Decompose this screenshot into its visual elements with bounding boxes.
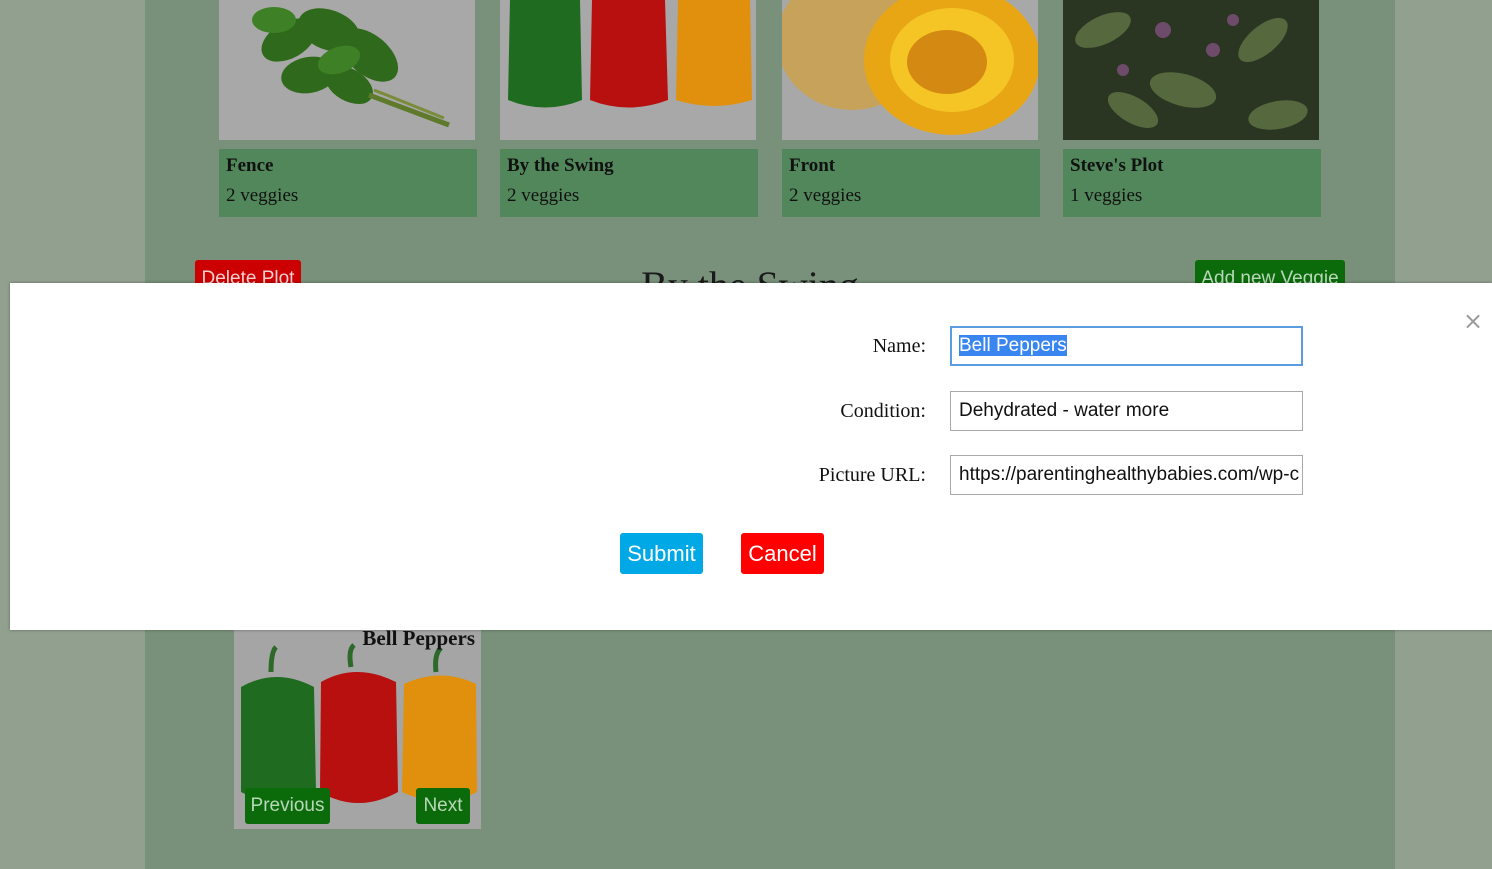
plot-title: By the Swing [600, 262, 900, 284]
basil-photo [219, 0, 475, 140]
veggie-name: Bell Peppers [362, 630, 475, 650]
purple-basil-photo [1063, 0, 1319, 140]
name-field[interactable]: Bell Peppers [950, 326, 1303, 366]
submit-button[interactable]: Submit [620, 533, 703, 574]
plot-info: Fence 2 veggies [219, 149, 477, 217]
plot-name: Steve's Plot [1070, 155, 1164, 176]
squash-photo [782, 0, 1038, 140]
plot-info: Steve's Plot 1 veggies [1063, 149, 1321, 217]
plot-veggie-count: 2 veggies [789, 185, 862, 206]
picture-url-field[interactable]: https://parentinghealthybabies.com/wp-c [950, 455, 1303, 495]
bell-peppers-photo [500, 0, 756, 140]
next-button[interactable]: Next [416, 788, 470, 824]
plot-veggie-count: 1 veggies [1070, 185, 1143, 206]
condition-field-value: Dehydrated - water more [959, 400, 1170, 421]
picture-url-field-value: https://parentinghealthybabies.com/wp-c [959, 464, 1300, 485]
plot-name: Front [789, 155, 836, 176]
cancel-button[interactable]: Cancel [741, 533, 824, 574]
plot-name: Fence [226, 155, 274, 176]
name-label: Name: [872, 335, 926, 357]
plot-veggie-count: 2 veggies [226, 185, 299, 206]
picture-url-label: Picture URL: [818, 464, 926, 486]
name-field-value: Bell Peppers [959, 335, 1067, 356]
veggie-card: Bell Peppers Previous Next [234, 630, 481, 829]
condition-field[interactable]: Dehydrated - water more [950, 391, 1303, 431]
plot-name: By the Swing [507, 155, 614, 176]
close-icon[interactable]: × [1461, 309, 1485, 333]
previous-button[interactable]: Previous [245, 788, 330, 824]
condition-label: Condition: [840, 400, 926, 422]
plot-info: Front 2 veggies [782, 149, 1040, 217]
plot-veggie-count: 2 veggies [507, 185, 580, 206]
plot-info: By the Swing 2 veggies [500, 149, 758, 217]
edit-veggie-modal: × Name: Bell Peppers Condition: Dehydrat… [10, 283, 1492, 630]
